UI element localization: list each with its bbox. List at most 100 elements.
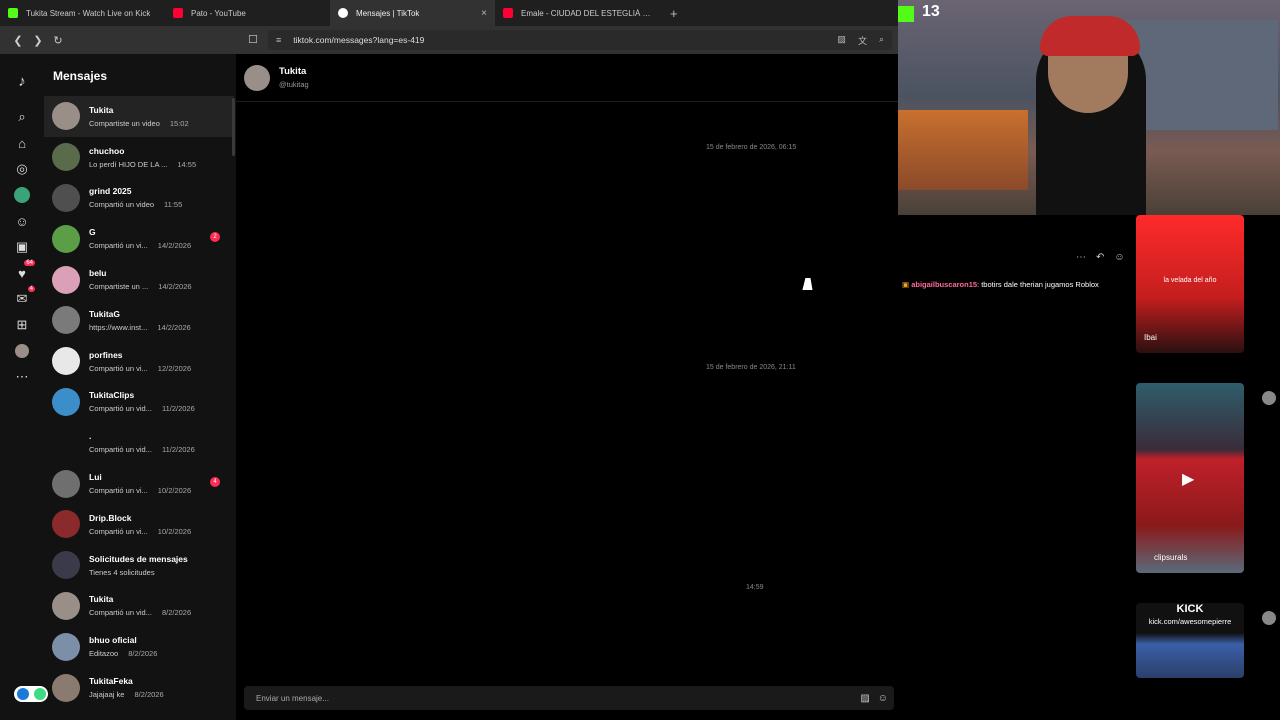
- conversation-name: grind 2025: [89, 186, 132, 197]
- reader-mode-icon[interactable]: ▨: [837, 34, 846, 47]
- conversation-time: 8/2/2026: [134, 690, 164, 700]
- avatar: [52, 428, 80, 457]
- image-icon[interactable]: ▨: [860, 693, 869, 704]
- tab-youtube[interactable]: Pato - YouTube: [165, 0, 330, 26]
- conversation-preview-line: Compartió un video 11:55: [89, 200, 182, 209]
- composer-actions: ▨ ☺: [860, 693, 888, 704]
- new-tab-button[interactable]: +: [670, 6, 678, 21]
- conversation-preview-line: Jajajaaj ke 8/2/2026: [89, 690, 164, 699]
- tab-title: Pato - YouTube: [191, 8, 246, 18]
- conversation-item[interactable]: grind 2025 Compartió un video 11:55: [44, 178, 234, 219]
- friends-icon[interactable]: ☺: [9, 208, 35, 234]
- conversation-item[interactable]: G Compartió un vi... 14/2/2026 2: [44, 218, 234, 259]
- back-icon[interactable]: ❮: [8, 34, 28, 47]
- browser-toolbar: ❮ ❯ ↻ ☐ ≡ tiktok.com/messages?lang=es-41…: [0, 26, 898, 54]
- video-card: la velada del año Ibai: [1136, 215, 1244, 353]
- following-icon[interactable]: [9, 182, 35, 208]
- search-icon[interactable]: ⌕: [9, 104, 35, 130]
- conversation-preview-line: Compartió un vi... 12/2/2026: [89, 364, 191, 373]
- conversation-text: belu Compartiste un ... 14/2/2026: [89, 268, 192, 291]
- upload-icon[interactable]: ⊞: [9, 312, 35, 338]
- card-author: clipsurals: [1154, 553, 1188, 562]
- kick-logo-icon: [898, 6, 914, 22]
- more-icon: ⋯: [1076, 252, 1086, 263]
- conversation-item[interactable]: TukitaFeka Jajajaaj ke 8/2/2026: [44, 667, 234, 708]
- message-timestamp: 15 de febrero de 2026, 06:15: [706, 144, 797, 151]
- left-nav-rail: ♪ ⌕ ⌂ ◎ ☺ ▣ ♥ 64 ✉ 4 ⊞ ⋯: [0, 54, 44, 720]
- tiktok-messages-page: ♪ ⌕ ⌂ ◎ ☺ ▣ ♥ 64 ✉ 4 ⊞ ⋯ Mensajes Tukita Co…: [0, 54, 898, 720]
- chat-header[interactable]: Tukita @tukitag: [236, 54, 898, 102]
- conversation-text: TukitaFeka Jajajaaj ke 8/2/2026: [89, 676, 164, 699]
- conversation-item[interactable]: TukitaClips Compartió un vid... 11/2/2026: [44, 382, 234, 423]
- activity-icon[interactable]: ♥ 64: [9, 260, 35, 286]
- conversation-scrollbar[interactable]: [232, 98, 235, 156]
- profile-avatar[interactable]: [9, 338, 35, 364]
- conversation-item[interactable]: belu Compartiste un ... 14/2/2026: [44, 259, 234, 300]
- conversation-time: 11/2/2026: [161, 404, 195, 414]
- card-author: Ibai: [1144, 333, 1157, 342]
- close-tab-icon[interactable]: ×: [481, 8, 487, 19]
- conversation-preview: Editazoo: [89, 649, 119, 659]
- reload-icon[interactable]: ↻: [48, 34, 68, 47]
- conversation-item[interactable]: Lui Compartió un vi... 10/2/2026 4: [44, 463, 234, 504]
- message-input[interactable]: Enviar un mensaje... ▨ ☺: [244, 686, 894, 710]
- conversation-text: chuchoo Lo perdí HIJO DE LA ... 14:55: [89, 146, 196, 169]
- message-timestamp: 15 de febrero de 2026, 21:11: [706, 364, 796, 371]
- live-icon[interactable]: ▣: [9, 234, 35, 260]
- conversation-time: 10/2/2026: [157, 526, 192, 536]
- conversation-preview-line: Compartiste un ... 14/2/2026: [89, 282, 192, 291]
- tab-youtube-music[interactable]: Emale - CIUDAD DEL ESTEGLIÁ ft. Mc: [495, 0, 660, 26]
- zoom-icon[interactable]: ⌕: [879, 34, 884, 47]
- explore-icon[interactable]: ◎: [9, 156, 35, 182]
- conversation-preview: Compartió un vi...: [89, 241, 148, 251]
- conversation-name: Solicitudes de mensajes: [89, 553, 188, 564]
- avatar: [52, 102, 80, 131]
- avatar: [52, 265, 80, 294]
- emoji-icon[interactable]: ☺: [878, 693, 888, 704]
- tab-title: Emale - CIUDAD DEL ESTEGLIÁ ft. Mc: [521, 8, 651, 18]
- conversation-item[interactable]: Drip.Block Compartió un vi... 10/2/2026: [44, 504, 234, 545]
- conversation-text: porfines Compartió un vi... 12/2/2026: [89, 350, 191, 373]
- avatar: [52, 387, 80, 416]
- conversation-name: Tukita: [89, 594, 114, 605]
- forward-icon[interactable]: ❯: [28, 34, 48, 47]
- conversation-item[interactable]: . Compartió un vid... 11/2/2026: [44, 422, 234, 463]
- conversation-preview: Compartió un vi...: [89, 486, 148, 496]
- tab-kick[interactable]: Tukita Stream - Watch Live on Kick: [0, 0, 165, 26]
- conversation-item[interactable]: Tukita Compartiste un video 15:02: [44, 96, 234, 137]
- site-settings-icon[interactable]: ≡: [276, 35, 281, 45]
- kick-brand: KICK: [1176, 603, 1204, 615]
- conversation-item[interactable]: Solicitudes de mensajes Tienes 4 solicitu…: [44, 545, 234, 586]
- conversation-item[interactable]: Tukita Compartió un vid... 8/2/2026: [44, 586, 234, 627]
- conversation-item[interactable]: porfines Compartió un vi... 12/2/2026: [44, 341, 234, 382]
- bookmark-icon[interactable]: ☐: [248, 33, 258, 46]
- reply-icon: ↶: [1096, 252, 1105, 263]
- messages-icon[interactable]: ✉ 4: [9, 286, 35, 312]
- chat-avatar[interactable]: [244, 64, 270, 91]
- conversation-time: 8/2/2026: [161, 608, 192, 618]
- conversation-preview-line: Editazoo 8/2/2026: [89, 649, 157, 658]
- translate-icon[interactable]: 文: [858, 34, 867, 47]
- address-bar[interactable]: ≡ tiktok.com/messages?lang=es-419 ▨ 文 ⌕: [268, 30, 892, 50]
- extension-toggle[interactable]: [14, 686, 48, 702]
- extension-icon: [16, 688, 29, 700]
- conversation-text: Solicitudes de mensajes Tienes 4 solicitu…: [89, 554, 188, 577]
- stream-chat-message: ▣ abigailbuscaron15: tbotirs dale theria…: [902, 280, 1099, 289]
- conversation-item[interactable]: bhuo oficial Editazoo 8/2/2026: [44, 626, 234, 667]
- tab-tiktok-messages[interactable]: Mensajes | TikTok ×: [330, 0, 495, 26]
- background-bed: [898, 110, 1028, 190]
- chat-name: Tukita: [279, 66, 307, 77]
- home-icon[interactable]: ⌂: [9, 130, 35, 156]
- conversation-item[interactable]: TukitaG https://www.inst... 14/2/2026: [44, 300, 234, 341]
- avatar: [52, 632, 80, 661]
- chat-panel: Tukita @tukitag 15 de febrero de 2026, 0…: [236, 54, 898, 720]
- more-icon[interactable]: ⋯: [9, 364, 35, 390]
- tiktok-logo-icon[interactable]: ♪: [9, 68, 35, 94]
- conversation-preview: Compartió un video: [89, 200, 155, 210]
- kick-favicon-icon: [8, 8, 18, 18]
- conversation-preview: Lo perdí HIJO DE LA ...: [89, 159, 168, 169]
- conversation-preview-line: Compartió un vi... 10/2/2026: [89, 527, 191, 536]
- conversation-text: Tukita Compartiste un video 15:02: [89, 105, 189, 128]
- conversation-name: Lui: [89, 472, 102, 483]
- conversation-item[interactable]: chuchoo Lo perdí HIJO DE LA ... 14:55: [44, 137, 234, 178]
